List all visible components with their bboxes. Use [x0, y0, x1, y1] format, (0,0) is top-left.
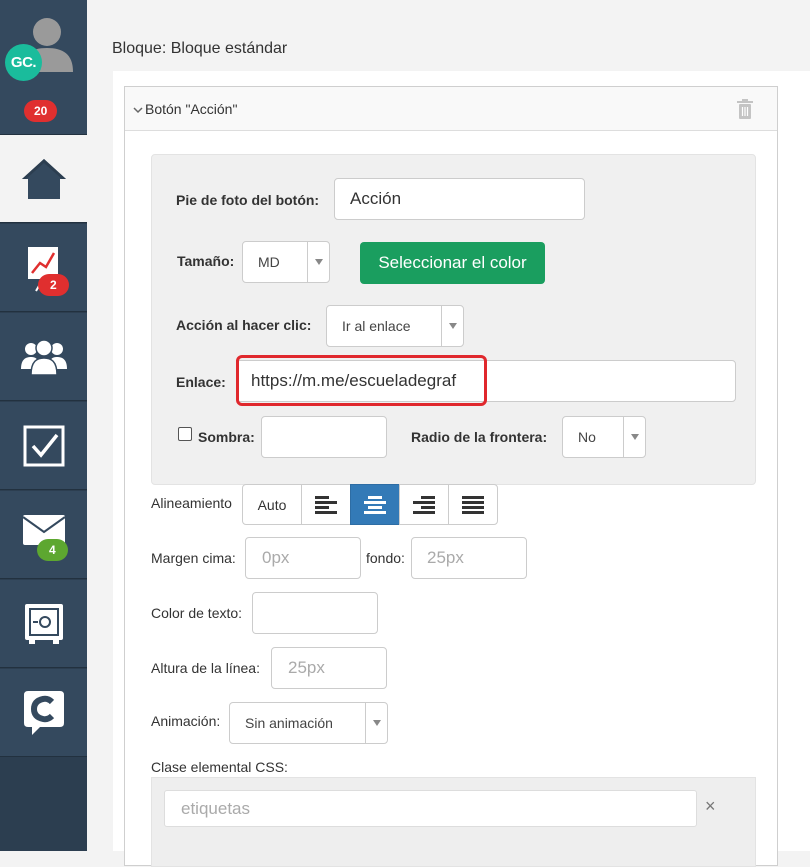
button-settings-panel: Botón "Acción" Pie de foto del botón: Ac… [124, 86, 778, 866]
sidebar-item-mail[interactable]: 4 [0, 491, 87, 579]
home-icon [20, 157, 68, 201]
animation-value: Sin animación [245, 703, 333, 743]
margin-bottom-label: fondo: [366, 550, 405, 566]
clear-tags-icon[interactable]: × [705, 796, 716, 817]
align-left-icon [315, 496, 337, 514]
editor-container: Botón "Acción" Pie de foto del botón: Ac… [113, 71, 810, 851]
dropdown-arrow-icon [365, 703, 387, 743]
mail-badge: 4 [37, 539, 68, 561]
notification-badge[interactable]: 20 [24, 100, 57, 122]
checkbox-icon [22, 424, 66, 468]
size-select-value: MD [258, 242, 280, 282]
border-radius-select[interactable]: No [562, 416, 646, 458]
click-action-value: Ir al enlace [342, 306, 410, 346]
animation-label: Animación: [151, 713, 220, 729]
dropdown-arrow-icon [307, 242, 329, 282]
align-right-button[interactable] [399, 484, 449, 525]
safe-icon [23, 602, 65, 646]
caption-input[interactable]: Acción [334, 178, 585, 220]
trash-icon[interactable] [737, 99, 753, 119]
main-content: Bloque: Bloque estándar Botón "Acción" P [87, 0, 810, 851]
select-color-button[interactable]: Seleccionar el color [360, 242, 545, 284]
align-justify-icon [462, 496, 484, 514]
align-center-icon [364, 496, 386, 514]
page-title: Bloque: Bloque estándar [112, 40, 287, 58]
shadow-checkbox[interactable] [178, 427, 192, 441]
alignment-button-group: Auto [242, 484, 498, 525]
margin-bottom-input[interactable]: 25px [411, 537, 527, 579]
size-label: Tamaño: [177, 253, 234, 269]
border-radius-value: No [578, 417, 596, 457]
link-label: Enlace: [176, 374, 226, 390]
align-center-button[interactable] [350, 484, 400, 525]
click-action-select[interactable]: Ir al enlace [326, 305, 464, 347]
button-properties-box: Pie de foto del botón: Acción Tamaño: MD… [151, 154, 756, 485]
dropdown-arrow-icon [623, 417, 645, 457]
css-class-tags-box: etiquetas × [151, 777, 756, 867]
users-icon [20, 337, 68, 377]
shadow-input[interactable] [261, 416, 387, 458]
sidebar-item-vault[interactable] [0, 580, 87, 668]
animation-select[interactable]: Sin animación [229, 702, 388, 744]
size-select[interactable]: MD [242, 241, 330, 283]
dropdown-arrow-icon [441, 306, 463, 346]
alignment-label: Alineamiento [151, 495, 232, 511]
align-left-button[interactable] [301, 484, 351, 525]
line-height-input[interactable]: 25px [271, 647, 387, 689]
avatar-initials: GC. [5, 44, 42, 81]
text-color-input[interactable] [252, 592, 378, 634]
sidebar-item-users[interactable] [0, 313, 87, 401]
sidebar-item-home[interactable] [0, 135, 87, 223]
panel-header[interactable]: Botón "Acción" [125, 87, 777, 131]
align-justify-button[interactable] [448, 484, 498, 525]
caption-label: Pie de foto del botón: [176, 192, 319, 208]
user-avatar-block[interactable]: GC. 20 [0, 0, 87, 135]
reports-badge: 2 [38, 274, 69, 296]
chevron-down-icon[interactable] [133, 105, 143, 115]
line-height-label: Altura de la línea: [151, 660, 260, 676]
sidebar-item-chat[interactable] [0, 669, 87, 757]
click-action-label: Acción al hacer clic: [176, 317, 311, 333]
margin-top-input[interactable]: 0px [245, 537, 361, 579]
align-auto-button[interactable]: Auto [242, 484, 302, 525]
panel-title: Botón "Acción" [145, 101, 237, 117]
sidebar: GC. 20 2 [0, 0, 87, 851]
margin-top-label: Margen cima: [151, 550, 236, 566]
align-right-icon [413, 496, 435, 514]
tags-input[interactable]: etiquetas [164, 790, 697, 827]
sidebar-item-reports[interactable]: 2 [0, 224, 87, 312]
css-class-label: Clase elemental CSS: [151, 759, 288, 775]
shadow-label: Sombra: [198, 429, 255, 445]
link-highlight-box [236, 355, 487, 406]
text-color-label: Color de texto: [151, 605, 242, 621]
border-radius-label: Radio de la frontera: [411, 429, 547, 445]
chat-c-icon [22, 689, 66, 737]
sidebar-item-tasks[interactable] [0, 402, 87, 490]
